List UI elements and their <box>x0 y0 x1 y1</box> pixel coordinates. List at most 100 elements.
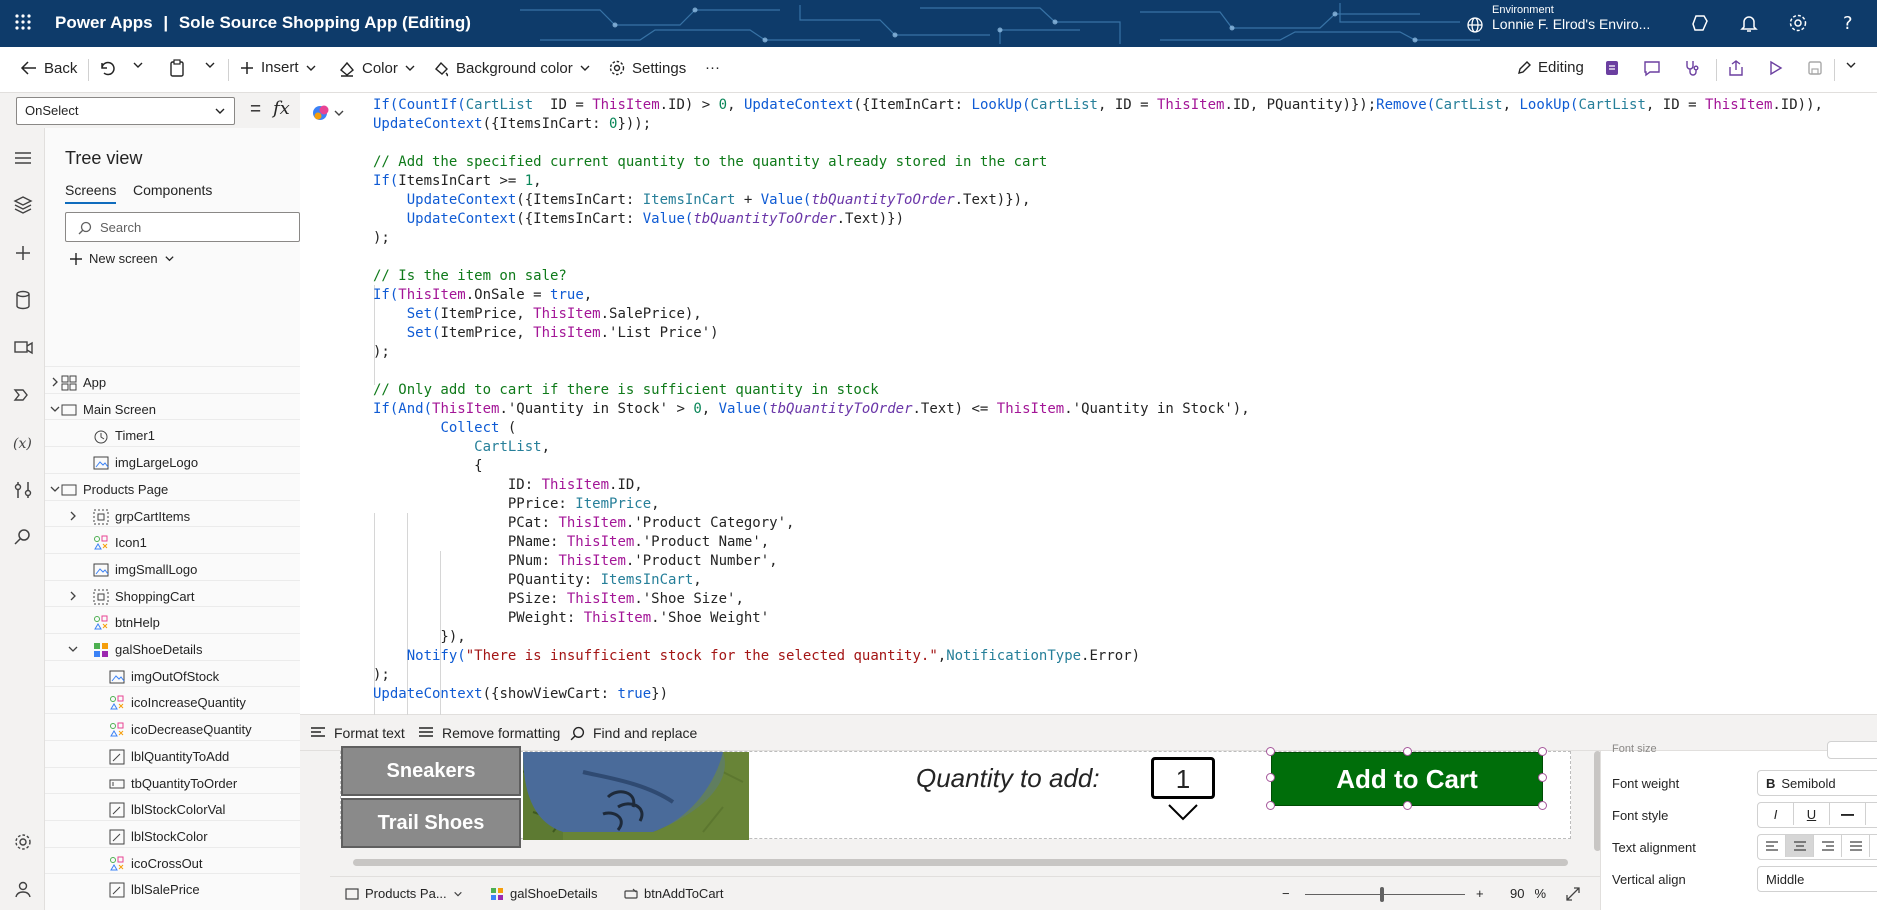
tree-item[interactable]: lblSalePrice <box>45 873 300 905</box>
horizontal-scrollbar[interactable] <box>353 859 1568 866</box>
code-line: If(ThisItem.OnSale = true, <box>373 287 593 303</box>
formula-editor[interactable]: If(CountIf(CartList ID = ThisItem.ID) > … <box>300 93 1877 753</box>
chevron-down-icon[interactable] <box>68 644 78 654</box>
gallery-shoe-details[interactable]: Sneakers Trail Shoes Quantity to add: 1 … <box>340 746 1571 848</box>
save-options-dropdown[interactable] <box>1845 59 1857 71</box>
save-button[interactable] <box>1806 59 1824 77</box>
paste-button[interactable] <box>168 59 186 77</box>
environment-picker[interactable]: Environment Lonnie F. Elrod's Enviro... <box>1466 4 1650 33</box>
underline-button[interactable]: U <box>1794 803 1830 825</box>
tab-components[interactable]: Components <box>133 182 212 198</box>
formula-code[interactable]: If(CountIf(CartList ID = ThisItem.ID) > … <box>373 96 1823 704</box>
resize-handle[interactable] <box>1266 801 1275 810</box>
vertical-align-dropdown[interactable]: Middle <box>1757 866 1877 892</box>
virtual-agent-icon[interactable] <box>12 878 34 900</box>
breadcrumb-gallery[interactable]: galShoeDetails <box>490 886 597 901</box>
tab-screens[interactable]: Screens <box>65 182 117 204</box>
align-center-button[interactable] <box>1786 835 1814 857</box>
copilot-icon[interactable] <box>312 103 346 123</box>
resize-handle[interactable] <box>1538 801 1547 810</box>
search-icon[interactable] <box>12 526 34 548</box>
justify-button[interactable] <box>1842 835 1870 857</box>
play-icon <box>1770 60 1783 76</box>
breadcrumb-control[interactable]: btnAddToCart <box>624 886 724 901</box>
app-canvas[interactable]: Sneakers Trail Shoes Quantity to add: 1 … <box>300 746 1600 876</box>
fit-to-window-icon[interactable] <box>1566 887 1580 901</box>
insert-button[interactable]: Insert <box>239 59 317 76</box>
product-name[interactable]: Power Apps <box>55 13 153 32</box>
new-screen-button[interactable]: New screen <box>69 251 175 266</box>
resize-handle[interactable] <box>1403 747 1412 756</box>
undo-button[interactable] <box>98 59 116 77</box>
divider <box>1834 59 1835 81</box>
code-line: Collect ( <box>440 420 517 436</box>
background-color-button[interactable]: Background color <box>432 59 591 77</box>
decrease-quantity-icon[interactable] <box>1167 803 1199 821</box>
chevron-down-icon[interactable] <box>50 484 60 494</box>
remove-formatting-button[interactable]: Remove formatting <box>418 725 560 741</box>
zoom-in-button[interactable]: + <box>1476 886 1484 901</box>
align-right-button[interactable] <box>1814 835 1842 857</box>
zoom-slider-track[interactable] <box>1305 894 1465 895</box>
zoom-out-button[interactable]: − <box>1282 886 1290 901</box>
copilot-icon[interactable] <box>1690 12 1712 34</box>
share-button[interactable] <box>1727 59 1745 77</box>
editing-mode-button[interactable]: Editing <box>1516 59 1584 76</box>
format-text-button[interactable]: Format text <box>310 725 405 741</box>
notifications-bell-icon[interactable] <box>1738 12 1760 34</box>
power-automate-icon[interactable] <box>12 384 34 406</box>
gallery-icon <box>491 887 503 900</box>
category-tile[interactable]: Trail Shoes <box>341 798 521 848</box>
hamburger-menu-icon[interactable] <box>12 147 34 169</box>
strikethrough-button[interactable]: — <box>1830 803 1866 825</box>
icon-control-icon <box>110 695 124 710</box>
comments-button[interactable] <box>1643 59 1661 77</box>
chevron-right-icon[interactable] <box>68 591 78 601</box>
app-launcher-icon[interactable] <box>14 13 32 31</box>
code-line: UpdateContext({ItemsInCart: Value(tbQuan… <box>406 211 905 227</box>
text-alignment-group <box>1757 834 1877 860</box>
app-checker-button[interactable] <box>1603 59 1621 77</box>
advanced-tools-icon[interactable] <box>12 479 34 501</box>
tree-item-label: App <box>83 375 107 390</box>
media-icon[interactable] <box>12 337 34 359</box>
resize-handle[interactable] <box>1266 747 1275 756</box>
resize-handle[interactable] <box>1538 773 1547 782</box>
chevron-right-icon[interactable] <box>50 377 60 387</box>
category-tile[interactable]: Sneakers <box>341 746 521 796</box>
paste-dropdown[interactable] <box>204 59 216 71</box>
label-icon <box>109 829 125 845</box>
property-dropdown[interactable]: OnSelect <box>16 97 235 125</box>
chevron-down-icon[interactable] <box>50 404 60 414</box>
color-button[interactable]: Color <box>338 59 416 77</box>
breadcrumb-screen[interactable]: Products Pa... <box>345 886 463 901</box>
font-size-input[interactable] <box>1827 741 1877 759</box>
resize-handle[interactable] <box>1538 747 1547 756</box>
back-button[interactable]: Back <box>20 59 77 77</box>
insert-plus-icon[interactable] <box>12 242 34 264</box>
resize-handle[interactable] <box>1266 773 1275 782</box>
zoom-slider-thumb[interactable] <box>1380 887 1384 902</box>
data-cylinder-icon[interactable] <box>12 289 34 311</box>
help-question-icon[interactable]: ? <box>1837 12 1859 34</box>
quantity-input[interactable]: 1 <box>1151 757 1215 799</box>
resize-handle[interactable] <box>1403 801 1412 810</box>
settings-button[interactable]: Settings <box>608 59 686 77</box>
add-to-cart-button[interactable]: Add to Cart <box>1271 752 1543 806</box>
settings-gear-icon[interactable] <box>1787 12 1809 34</box>
more-commands-button[interactable]: ··· <box>705 59 720 76</box>
tree-view-layers-icon[interactable] <box>12 194 34 216</box>
preview-play-button[interactable] <box>1766 59 1784 77</box>
find-replace-button[interactable]: Find and replace <box>570 725 697 741</box>
tree-search-input[interactable]: Search <box>65 212 300 242</box>
font-weight-dropdown[interactable]: B Semibold <box>1757 770 1877 796</box>
italic-button[interactable]: I <box>1758 803 1794 825</box>
align-left-button[interactable] <box>1758 835 1786 857</box>
undo-dropdown[interactable] <box>132 59 144 71</box>
health-check-button[interactable] <box>1683 59 1701 77</box>
breadcrumb-screen-label: Products Pa... <box>365 886 447 901</box>
settings-gear-icon[interactable] <box>12 831 34 853</box>
chevron-right-icon[interactable] <box>68 511 78 521</box>
shoe-product-image <box>523 752 749 840</box>
variables-icon[interactable]: (x) <box>12 432 34 454</box>
